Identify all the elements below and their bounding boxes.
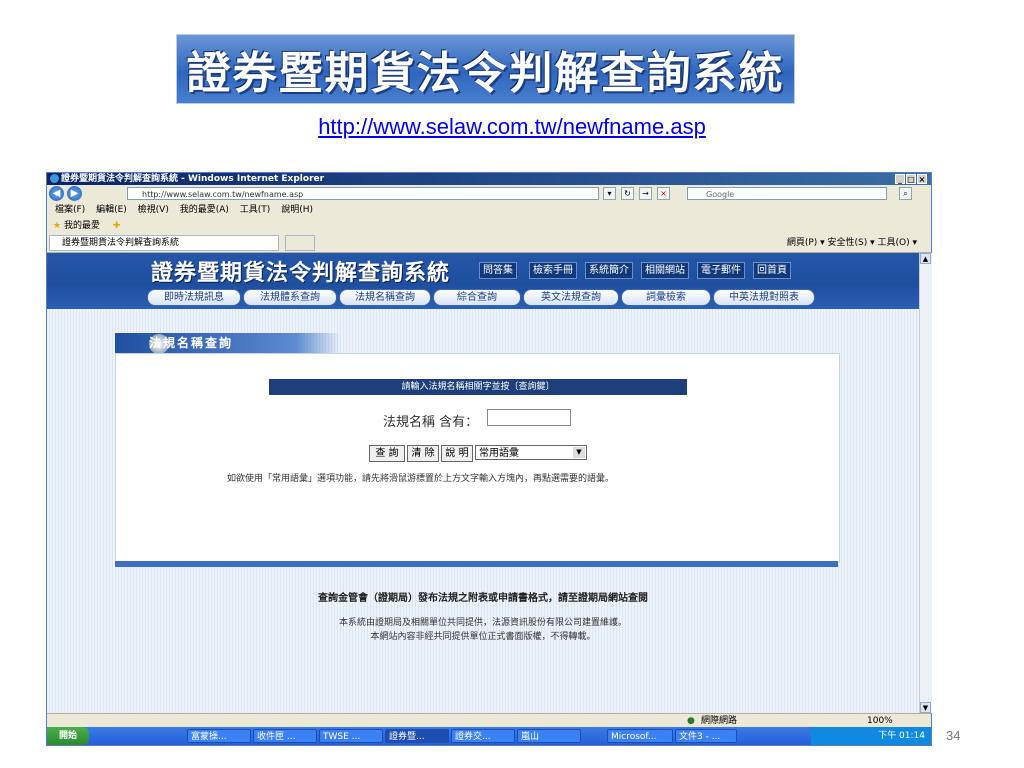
site-nav: 即時法規訊息 法規體系查詢 法規名稱查詢 綜合查詢 英文法規查詢 詞彙檢索 中英… <box>47 285 919 309</box>
ie-logo-icon <box>50 174 59 183</box>
search-input[interactable]: Google <box>687 187 887 200</box>
clock: 下午 01:14 <box>878 731 925 741</box>
start-button[interactable]: 開始 <box>47 727 89 745</box>
favorites-label[interactable]: 我的最愛 <box>64 221 100 231</box>
query-button[interactable]: 查 詢 <box>369 445 405 462</box>
menu-bar: 檔案(F) 編輯(E) 檢視(V) 我的最愛(A) 工具(T) 說明(H) <box>47 203 931 218</box>
menu-tools[interactable]: 工具(T) <box>240 205 271 215</box>
slide-banner: 證券暨期貨法令判解查詢系統 <box>176 34 795 104</box>
taskbar-item[interactable]: TWSE ... <box>319 729 383 743</box>
new-tab-button[interactable] <box>285 235 315 251</box>
search-icon[interactable]: ⌕ <box>899 187 912 200</box>
nav-english[interactable]: 英文法規查詢 <box>523 289 619 306</box>
glossary-select[interactable]: 常用語彙 ▼ <box>475 445 587 460</box>
address-input[interactable]: http://www.selaw.com.tw/newfname.asp <box>127 187 599 200</box>
topnav-home[interactable]: 回首頁 <box>753 262 791 279</box>
law-name-input[interactable] <box>487 409 571 426</box>
scroll-down-icon[interactable]: ▼ <box>920 702 931 713</box>
site-url-link[interactable]: http://www.selaw.com.tw/newfname.asp <box>0 114 1024 140</box>
footer-copyright: 本網站內容非經共同提供單位正式書面版權，不得轉載。 <box>370 632 596 642</box>
taskbar-item[interactable]: 文件3 - ... <box>675 729 737 743</box>
topnav-email[interactable]: 電子郵件 <box>697 262 745 279</box>
taskbar-item[interactable]: 嵐山 <box>517 729 581 743</box>
globe-icon: ● <box>687 716 695 726</box>
topnav-faq[interactable]: 問答集 <box>479 262 517 279</box>
menu-help[interactable]: 說明(H) <box>281 205 313 215</box>
menu-view[interactable]: 檢視(V) <box>138 205 169 215</box>
topnav-links[interactable]: 相關網站 <box>641 262 689 279</box>
status-bar: ● 網際網路 100% <box>47 713 931 728</box>
zoom-level[interactable]: 100% <box>867 714 893 728</box>
stop-icon[interactable]: × <box>657 187 670 200</box>
title-bar: 證券暨期貨法令判解查詢系統 - Windows Internet Explore… <box>47 173 931 185</box>
star-icon[interactable]: ★ <box>53 221 61 231</box>
menu-file[interactable]: 檔案(F) <box>55 205 85 215</box>
status-zone: 網際網路 <box>701 716 738 726</box>
glossary-select-value: 常用語彙 <box>479 448 519 459</box>
menu-favorites[interactable]: 我的最愛(A) <box>180 205 229 215</box>
panel-bottom-bar <box>115 561 838 567</box>
command-bar[interactable]: 網頁(P) ▾ 安全性(S) ▾ 工具(O) ▾ <box>787 234 917 252</box>
scroll-up-icon[interactable]: ▲ <box>920 253 931 264</box>
chevron-down-icon: ▼ <box>573 447 585 458</box>
taskbar-item[interactable]: 證券交... <box>451 729 515 743</box>
back-arrow-icon[interactable]: ◀ <box>49 186 64 201</box>
site-header: 證券暨期貨法令判解查詢系統 問答集 檢索手冊 系統簡介 相關網站 電子郵件 回首… <box>47 253 919 286</box>
minimize-button[interactable]: _ <box>895 174 905 184</box>
footer-provider: 本系統由證期局及相關單位共同提供，法源資訊股份有限公司建置維護。 <box>338 618 627 628</box>
system-tray: 下午 01:14 <box>811 727 931 745</box>
maximize-button[interactable]: □ <box>906 174 916 184</box>
taskbar-item[interactable]: 收件匣 ... <box>253 729 317 743</box>
refresh-icon[interactable]: ↻ <box>621 187 634 200</box>
clear-button[interactable]: 清 除 <box>407 445 439 462</box>
help-button[interactable]: 說 明 <box>441 445 473 462</box>
form-header: 請輸入法規名稱相關字並按〔查詢鍵〕 <box>269 379 687 395</box>
nav-glossary[interactable]: 詞彙檢索 <box>621 289 711 306</box>
tab-current[interactable]: 證券暨期貨法令判解查詢系統 <box>49 235 279 251</box>
section-title: 法規名稱查詢 <box>149 336 234 350</box>
page-content: 證券暨期貨法令判解查詢系統 問答集 檢索手冊 系統簡介 相關網站 電子郵件 回首… <box>47 253 919 713</box>
field-label: 法規名稱 含有： <box>383 415 479 430</box>
taskbar-item[interactable]: Microsof... <box>607 729 673 743</box>
nav-name-query[interactable]: 法規名稱查詢 <box>339 289 431 306</box>
nav-bilingual[interactable]: 中英法規對照表 <box>713 289 815 306</box>
add-favorite-icon[interactable]: ✚ <box>113 221 121 231</box>
window-title: 證券暨期貨法令判解查詢系統 - Windows Internet Explore… <box>61 174 325 184</box>
favorites-bar: ★ 我的最愛 ✚ <box>47 218 931 234</box>
forward-arrow-icon[interactable]: ▶ <box>67 186 82 201</box>
vertical-scrollbar[interactable]: ▲ ▼ <box>919 253 932 713</box>
nav-combined[interactable]: 綜合查詢 <box>433 289 521 306</box>
page-number: 34 <box>946 728 961 743</box>
close-button[interactable]: × <box>917 174 927 184</box>
browser-window: 證券暨期貨法令判解查詢系統 - Windows Internet Explore… <box>46 172 932 746</box>
menu-edit[interactable]: 編輯(E) <box>96 205 127 215</box>
address-toolbar: ◀ ▶ http://www.selaw.com.tw/newfname.asp… <box>47 185 931 204</box>
form-hint: 如欲使用「常用語彙」選項功能，請先將滑鼠游標置於上方文字輸入方塊內，再點選需要的… <box>227 474 615 484</box>
topnav-manual[interactable]: 檢索手冊 <box>529 262 577 279</box>
topnav-about[interactable]: 系統簡介 <box>585 262 633 279</box>
taskbar-item[interactable]: 富蒙操... <box>187 729 251 743</box>
banner-title: 證券暨期貨法令判解查詢系統 <box>186 48 785 99</box>
footer-notice: 查詢金管會（證期局）發布法規之附表或申請書格式，請至證期局網站查閱 <box>318 593 648 604</box>
taskbar-item-active[interactable]: 證券暨... <box>385 729 449 743</box>
go-icon[interactable]: → <box>639 187 652 200</box>
section-header: 法規名稱查詢 <box>115 333 341 354</box>
address-dropdown-icon[interactable]: ▾ <box>603 187 616 200</box>
nav-realtime[interactable]: 即時法規訊息 <box>147 289 241 306</box>
taskbar: 開始 富蒙操... 收件匣 ... TWSE ... 證券暨... 證券交...… <box>47 727 931 745</box>
site-logo: 證券暨期貨法令判解查詢系統 <box>151 260 451 286</box>
tab-bar: 證券暨期貨法令判解查詢系統 網頁(P) ▾ 安全性(S) ▾ 工具(O) ▾ <box>47 234 931 253</box>
nav-system[interactable]: 法規體系查詢 <box>243 289 337 306</box>
